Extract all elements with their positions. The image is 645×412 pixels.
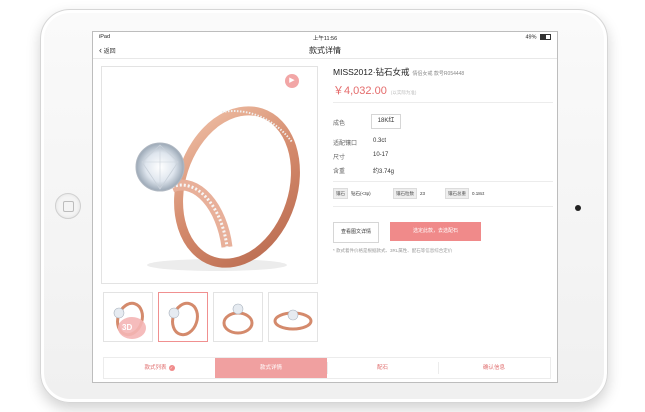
tag-key: 镶石总重 [445,188,469,199]
divider [333,181,553,182]
battery-icon [540,34,551,40]
play-icon[interactable]: ▶ [285,74,299,88]
status-time: 上午11:56 [312,36,338,42]
divider [333,206,553,207]
spec-value: 约3.74g [373,169,395,175]
tag-value: 钻石(<3p) [351,191,371,196]
app-screen: iPad 上午11:56 49% ‹ 返回 款式详情 ▶ 3D MISS2012… [92,31,558,383]
step-tab-bar: 款式列表 ✓ 款式详情 配石 确认信息 [103,357,551,379]
product-name-text: MISS2012·钻石女戒 [333,67,410,77]
ring-thumbnail [168,301,199,337]
page-title: 款式详情 [309,46,341,55]
tag-value: 23 [420,191,426,196]
spec-label: 尺寸 [333,155,346,161]
product-name: MISS2012·钻石女戒 情侣女戒 款号R054448 [333,66,464,78]
product-main-image[interactable] [101,66,318,284]
thumbnail-4[interactable] [268,292,318,342]
tab-stone[interactable]: 配石 [327,358,438,378]
thumbnail-strip: 3D [103,292,321,342]
thumbnail-2[interactable] [158,292,208,342]
spec-value: 10-17 [373,152,389,158]
price-value: ￥4,032.00 [333,85,387,97]
view-detail-button[interactable]: 查看图文详情 [333,222,379,243]
ring-thumbnail [222,303,254,335]
ring-image [135,106,300,271]
battery-indicator: 49% [525,34,551,40]
spec-label: 适配镶口 [333,141,358,147]
tab-confirm[interactable]: 确认信息 [438,358,550,378]
spec-label: 成色 [333,121,346,127]
battery-percent: 49% [525,34,537,41]
product-subtitle: 情侣女戒 款号R054448 [412,71,465,77]
tag-stone-count: 镶石粒数 23 [393,188,428,199]
thumbnail-3[interactable] [213,292,263,342]
tag-stone: 镶石 钻石(<3p) [333,188,374,199]
pricing-note: * 款式着件价格是根据款式、3RL属性、配石等信息综合定价 [333,248,453,253]
check-icon: ✓ [168,364,175,371]
tag-key: 镶石粒数 [393,188,417,199]
tab-style-detail[interactable]: 款式详情 [215,358,327,378]
price-note: (以实际为准) [390,90,417,95]
tab-style-list[interactable]: 款式列表 ✓ [104,358,215,378]
thumbnail-3d[interactable]: 3D [103,292,153,342]
tab-label: 款式列表 [144,365,167,371]
divider [333,102,553,103]
spec-value: 0.3ct [373,138,387,144]
camera-icon [575,205,581,211]
product-price: ￥4,032.00 (以实际为准) [333,82,416,98]
material-option[interactable]: 18K红 [371,114,401,129]
nav-bar: ‹ 返回 款式详情 [93,43,557,59]
tag-key: 镶石 [333,188,348,199]
3d-badge: 3D [122,323,133,332]
home-button[interactable] [55,193,81,219]
ring-thumbnail [273,309,313,331]
spec-label: 含重 [333,169,346,175]
status-bar: iPad 上午11:56 49% [93,32,557,42]
select-customize-button[interactable]: 选定此款，去选配石 [390,222,481,241]
tag-stone-weight: 镶石总重 0.18ct [445,188,487,199]
tag-value: 0.18ct [472,191,485,196]
